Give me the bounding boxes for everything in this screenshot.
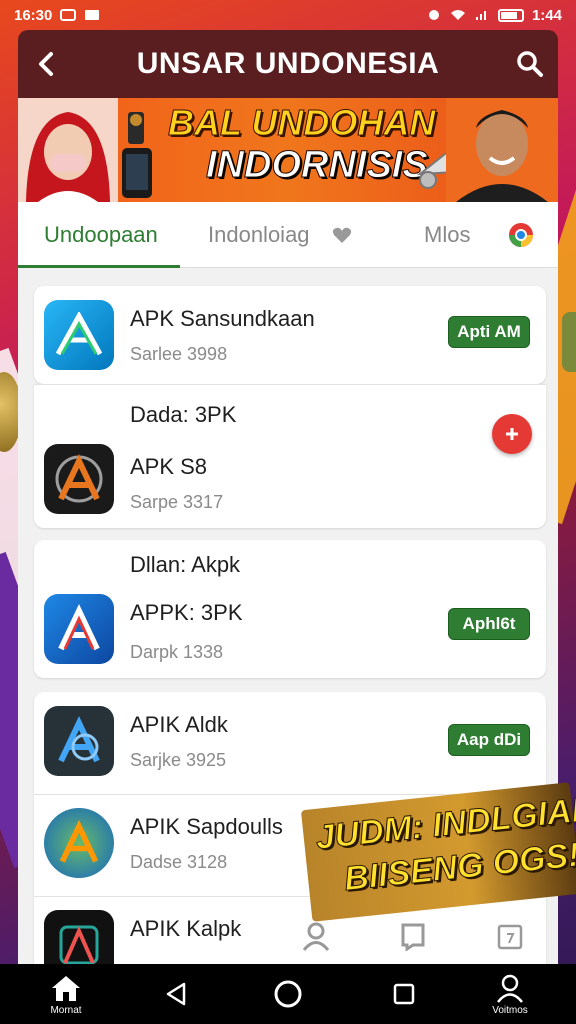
person-icon[interactable]: [302, 921, 330, 951]
app-card: APK Sansundkaan Sarlee 3998 Apti AM: [34, 286, 546, 384]
app-card: Dllan: Akpk APPK: 3PK Darpk 1338 Aphl6t: [34, 540, 546, 678]
banner-title: BAL UNDOHAN: [167, 102, 436, 144]
app-header: UNSAR UNDONESIA: [18, 30, 558, 98]
nav-profile-label: Voitmos: [492, 1004, 528, 1016]
tab-indonloiag[interactable]: Indonloiag: [208, 222, 310, 248]
chrome-icon[interactable]: [508, 222, 534, 248]
install-button[interactable]: Aphl6t: [448, 608, 530, 640]
banner-subtitle: INDORNISIS: [206, 144, 429, 187]
tab-undoopaan[interactable]: Undoopaan: [44, 222, 158, 248]
signal-icon: [475, 11, 486, 20]
plus-icon: [506, 428, 518, 440]
app-name: APPK: 3PK: [130, 600, 243, 625]
status-clock: 1:44: [531, 6, 562, 24]
app-icon: [44, 444, 114, 514]
wifi-icon: [450, 10, 465, 20]
alarm-icon: [428, 10, 439, 20]
banner-woman-image: [18, 98, 118, 202]
square-recents-icon: [393, 983, 415, 1005]
section-label: Dada: 3PK: [130, 402, 237, 427]
list-item[interactable]: APPK: 3PK Darpk 1338 Aphl6t: [34, 584, 546, 678]
app-name: APIK Sapdoulls: [130, 814, 283, 839]
app-meta: Dadse 3128: [130, 852, 228, 872]
notification-icon: [60, 9, 77, 21]
nav-home-circle[interactable]: [268, 964, 308, 1024]
app-icon: [44, 910, 114, 964]
app-icon: [44, 706, 114, 776]
app-name: APIK Kalpk: [130, 916, 242, 941]
back-button[interactable]: [18, 30, 74, 98]
install-button[interactable]: Aap dDi: [448, 724, 530, 756]
active-tab-indicator: [18, 265, 180, 268]
back-arrow-icon: [39, 52, 53, 76]
calendar-icon[interactable]: [496, 921, 524, 951]
app-icon: [44, 300, 114, 370]
tab-mlos[interactable]: Mlos: [424, 222, 470, 248]
banner-phone-image: [122, 112, 152, 198]
status-bar: 16:30 1:44: [0, 0, 576, 30]
add-button[interactable]: [492, 414, 532, 454]
app-icon: [44, 594, 114, 664]
page-title: UNSAR UNDONESIA: [136, 47, 440, 80]
banner-man-image: [446, 98, 558, 202]
heart-icon[interactable]: [332, 226, 352, 244]
message-icon: [85, 10, 100, 20]
circle-home-icon: [274, 980, 302, 1008]
app-name: APIK Aldk: [130, 712, 228, 737]
battery-icon: [497, 8, 524, 22]
nav-home-label: Mornat: [50, 1004, 82, 1016]
book-icon[interactable]: [399, 921, 427, 951]
list-item[interactable]: APK Sansundkaan Sarlee 3998 Apti AM: [34, 286, 546, 384]
app-icon: [44, 808, 114, 878]
search-button[interactable]: [502, 30, 558, 98]
section-label: Dllan: Akpk: [130, 552, 241, 577]
app-meta: Sarlee 3998: [130, 344, 228, 364]
nav-home[interactable]: Mornat: [38, 964, 94, 1024]
system-nav-bar: Mornat Voitmos: [0, 964, 576, 1024]
background-coin: [562, 312, 576, 372]
search-icon: [517, 51, 543, 77]
tab-bar: Undoopaan Indonloiag Mlos: [18, 202, 558, 268]
home-icon: [52, 975, 80, 1001]
list-item[interactable]: APK S8 Sarpe 3317: [34, 434, 546, 528]
install-button[interactable]: Apti AM: [448, 316, 530, 348]
status-time: 16:30: [14, 6, 53, 24]
list-item[interactable]: APIK Aldk Sarjke 3925 Aap dDi: [34, 692, 546, 794]
divider: [34, 384, 546, 385]
nav-recents[interactable]: [384, 964, 424, 1024]
app-meta: Sarjke 3925: [130, 750, 227, 770]
person-icon: [497, 974, 523, 1003]
app-meta: Sarpe 3317: [130, 492, 224, 512]
nav-profile[interactable]: Voitmos: [480, 964, 540, 1024]
app-card: Dada: 3PK APK S8 Sarpe 3317: [34, 384, 546, 528]
app-name: APK S8: [130, 454, 208, 479]
back-triangle-icon: [166, 982, 186, 1006]
app-name: APK Sansundkaan: [130, 306, 315, 331]
promo-banner[interactable]: BAL UNDOHAN INDORNISIS: [18, 98, 558, 202]
app-meta: Darpk 1338: [130, 642, 224, 662]
nav-back[interactable]: [156, 964, 196, 1024]
